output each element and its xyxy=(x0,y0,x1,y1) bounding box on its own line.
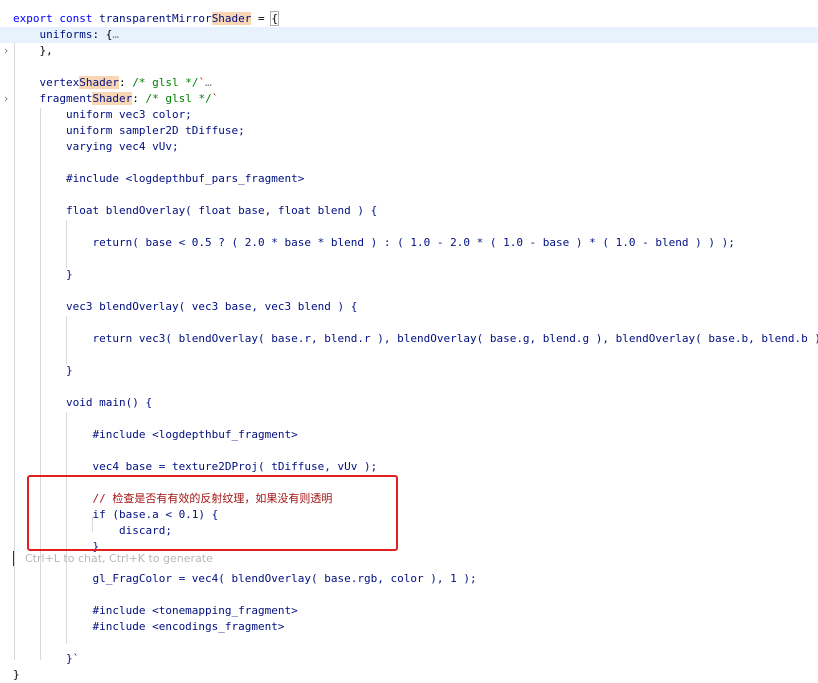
annotation-box xyxy=(27,475,398,551)
code-text: }` xyxy=(13,652,80,665)
code-text: return( base < 0.5 ? ( 2.0 * base * blen… xyxy=(13,236,735,249)
code-line[interactable]: float blendOverlay( float base, float bl… xyxy=(0,203,818,219)
code-line[interactable] xyxy=(0,379,818,395)
inline-hint: Ctrl+L to chat, Ctrl+K to generate xyxy=(25,552,213,565)
code-line[interactable]: uniform vec3 color; xyxy=(0,107,818,123)
code-line[interactable] xyxy=(0,315,818,331)
code-text: uniforms: {… xyxy=(13,28,119,41)
code-line[interactable]: #include <tonemapping_fragment> xyxy=(0,603,818,619)
find-match: Shader xyxy=(79,76,119,89)
code-line[interactable]: fragmentShader: /* glsl */` xyxy=(0,91,818,107)
code-line[interactable] xyxy=(0,347,818,363)
find-match: Shader xyxy=(211,12,252,25)
code-text: #include <encodings_fragment> xyxy=(13,620,285,633)
code-editor[interactable]: export const transparentMirrorShader = {… xyxy=(0,0,818,683)
code-line[interactable]: uniform sampler2D tDiffuse; xyxy=(0,123,818,139)
code-text: fragmentShader: /* glsl */` xyxy=(13,92,219,105)
code-text: return vec3( blendOverlay( base.r, blend… xyxy=(13,332,818,345)
code-line[interactable] xyxy=(0,155,818,171)
code-line[interactable]: vec4 base = texture2DProj( tDiffuse, vUv… xyxy=(0,459,818,475)
code-line[interactable] xyxy=(0,443,818,459)
code-text: }, xyxy=(13,44,53,57)
code-line[interactable]: void main() { xyxy=(0,395,818,411)
code-text: vec3 blendOverlay( vec3 base, vec3 blend… xyxy=(13,300,358,313)
code-text: varying vec4 vUv; xyxy=(13,140,179,153)
code-text: vec4 base = texture2DProj( tDiffuse, vUv… xyxy=(13,460,378,473)
code-text: export const transparentMirrorShader = { xyxy=(13,11,279,26)
code-line[interactable] xyxy=(0,187,818,203)
code-text: uniform vec3 color; xyxy=(13,108,192,121)
code-text: } xyxy=(13,268,73,281)
code-text: } xyxy=(13,364,73,377)
code-text: #include <tonemapping_fragment> xyxy=(13,604,298,617)
code-line[interactable]: gl_FragColor = vec4( blendOverlay( base.… xyxy=(0,571,818,587)
code-text: uniform sampler2D tDiffuse; xyxy=(13,124,245,137)
code-line[interactable]: } xyxy=(0,363,818,379)
code-line[interactable]: } xyxy=(0,267,818,283)
code-text: } xyxy=(13,668,20,681)
code-line[interactable] xyxy=(0,283,818,299)
code-line[interactable]: }` xyxy=(0,651,818,667)
code-line[interactable]: #include <logdepthbuf_fragment> xyxy=(0,427,818,443)
code-line-current[interactable]: › uniforms: {… xyxy=(0,27,818,57)
code-line[interactable]: return( base < 0.5 ? ( 2.0 * base * blen… xyxy=(0,235,818,251)
code-line[interactable]: #include <encodings_fragment> xyxy=(0,619,818,635)
code-text: gl_FragColor = vec4( blendOverlay( base.… xyxy=(13,572,477,585)
code-text: #include <logdepthbuf_fragment> xyxy=(13,428,298,441)
code-line[interactable] xyxy=(0,219,818,235)
code-text: void main() { xyxy=(13,396,153,409)
code-text: #include <logdepthbuf_pars_fragment> xyxy=(13,172,305,185)
code-text: vertexShader: /* glsl */`… xyxy=(13,76,212,89)
code-line[interactable]: export const transparentMirrorShader = { xyxy=(0,11,818,27)
code-line[interactable] xyxy=(0,251,818,267)
code-line[interactable]: varying vec4 vUv; xyxy=(0,139,818,155)
code-line[interactable]: › vertexShader: /* glsl */`… xyxy=(0,75,818,105)
find-match: Shader xyxy=(92,92,133,105)
code-line[interactable]: return vec3( blendOverlay( base.r, blend… xyxy=(0,331,818,347)
code-line[interactable] xyxy=(0,587,818,603)
code-line[interactable] xyxy=(0,411,818,427)
code-line[interactable] xyxy=(0,635,818,651)
code-line[interactable]: } xyxy=(0,667,818,683)
code-line[interactable]: }, xyxy=(0,43,818,59)
code-line[interactable]: #include <logdepthbuf_pars_fragment> xyxy=(0,171,818,187)
code-line[interactable]: vec3 blendOverlay( vec3 base, vec3 blend… xyxy=(0,299,818,315)
code-text: float blendOverlay( float base, float bl… xyxy=(13,204,378,217)
text-cursor xyxy=(13,551,14,566)
